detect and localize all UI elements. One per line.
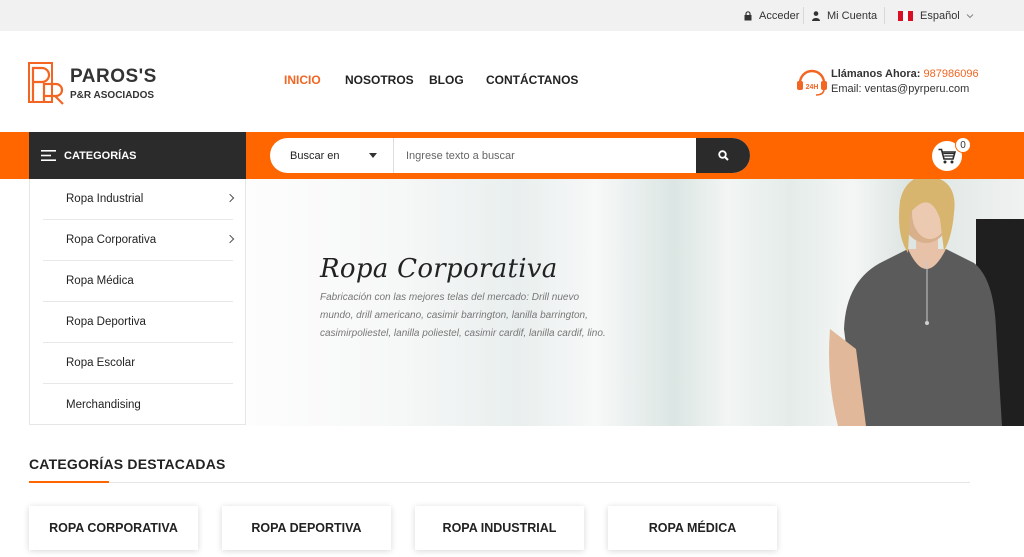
logo-title: PAROS'S: [70, 66, 157, 87]
logo-mark-icon: [28, 62, 64, 105]
contact-email[interactable]: Email: ventas@pyrperu.com: [831, 83, 969, 95]
sidebar-item-ropa-deportiva[interactable]: Ropa Deportiva: [43, 302, 233, 343]
cart-count-badge: 0: [955, 137, 971, 153]
featured-divider: [29, 482, 970, 483]
sidebar-item-ropa-industrial[interactable]: Ropa Industrial: [43, 179, 235, 220]
featured-card-ropa-corporativa[interactable]: ROPA CORPORATIVA: [29, 506, 198, 550]
featured-card-label: ROPA INDUSTRIAL: [442, 521, 557, 535]
nav-inicio[interactable]: INICIO: [284, 73, 321, 91]
shopping-cart-icon: [938, 148, 956, 164]
sidebar-item-label: Ropa Médica: [66, 275, 134, 287]
nav-contactanos[interactable]: CONTÁCTANOS: [486, 73, 578, 91]
chevron-down-icon: [966, 13, 974, 18]
featured-categories-title: CATEGORÍAS DESTACADAS: [29, 456, 226, 472]
sidebar-item-label: Merchandising: [66, 398, 141, 411]
login-link[interactable]: Acceder: [744, 0, 799, 31]
lock-icon: [744, 10, 752, 20]
caret-down-icon: [369, 153, 377, 158]
hero-banner[interactable]: Ropa Corporativa Fabricación con las mej…: [246, 179, 1024, 426]
featured-card-label: ROPA CORPORATIVA: [49, 521, 178, 535]
topbar-divider: [803, 7, 804, 24]
featured-card-label: ROPA DEPORTIVA: [251, 521, 362, 535]
sidebar-item-merchandising[interactable]: Merchandising: [43, 384, 233, 425]
svg-text:24H: 24H: [806, 84, 819, 91]
account-link[interactable]: Mi Cuenta: [812, 0, 877, 31]
top-bar: Acceder Mi Cuenta Español: [0, 0, 1024, 31]
categories-menu-label: CATEGORÍAS: [64, 149, 137, 162]
user-icon: [812, 10, 820, 21]
category-sidebar: Ropa Industrial Ropa Corporativa Ropa Mé…: [29, 179, 246, 425]
support-24h-icon: 24H: [797, 69, 827, 96]
hero-title: Ropa Corporativa: [320, 254, 558, 284]
logo[interactable]: PAROS'S P&R ASOCIADOS: [28, 62, 158, 106]
sidebar-item-ropa-corporativa[interactable]: Ropa Corporativa: [43, 220, 235, 261]
sidebar-item-ropa-medica[interactable]: Ropa Médica: [43, 261, 233, 302]
sidebar-item-label: Ropa Industrial: [66, 193, 144, 205]
featured-underline: [29, 481, 109, 483]
nav-blog[interactable]: BLOG: [429, 73, 464, 91]
sidebar-item-label: Ropa Deportiva: [66, 316, 146, 328]
sidebar-item-label: Ropa Corporativa: [66, 234, 157, 246]
language-label: Español: [920, 9, 960, 22]
hero-description: Fabricación con las mejores telas del me…: [320, 292, 606, 339]
chevron-right-icon: [225, 234, 235, 244]
sidebar-item-label: Ropa Escolar: [66, 357, 136, 369]
language-selector[interactable]: Español: [898, 0, 974, 31]
nav-nosotros[interactable]: NOSOTROS: [345, 73, 414, 91]
featured-card-ropa-deportiva[interactable]: ROPA DEPORTIVA: [222, 506, 391, 550]
categories-menu-toggle[interactable]: CATEGORÍAS: [29, 132, 246, 179]
sidebar-item-ropa-escolar[interactable]: Ropa Escolar: [43, 343, 233, 384]
search-icon: [717, 150, 729, 161]
search-category-label: Buscar en: [290, 149, 340, 162]
phone-number[interactable]: 987986096: [924, 68, 979, 80]
featured-card-ropa-industrial[interactable]: ROPA INDUSTRIAL: [415, 506, 584, 550]
chevron-right-icon: [225, 193, 235, 203]
search-category-select[interactable]: Buscar en: [270, 138, 394, 173]
featured-card-ropa-medica[interactable]: ROPA MÉDICA: [608, 506, 777, 550]
featured-card-label: ROPA MÉDICA: [648, 521, 737, 535]
call-now-line: Llámanos Ahora: 987986096: [831, 68, 979, 80]
contact-info: 24H Llámanos Ahora: 987986096 Email: ven…: [796, 67, 986, 99]
search-button[interactable]: [696, 138, 750, 173]
topbar-divider: [884, 7, 885, 24]
search-input[interactable]: [394, 138, 696, 173]
peru-flag-icon: [898, 10, 913, 21]
call-now-label: Llámanos Ahora:: [831, 68, 921, 80]
search-form: Buscar en: [270, 138, 750, 173]
hero-model-image: [829, 179, 1024, 426]
login-label: Acceder: [759, 9, 800, 22]
menu-icon: [41, 150, 56, 161]
account-label: Mi Cuenta: [827, 9, 878, 22]
logo-subtitle: P&R ASOCIADOS: [70, 90, 155, 101]
